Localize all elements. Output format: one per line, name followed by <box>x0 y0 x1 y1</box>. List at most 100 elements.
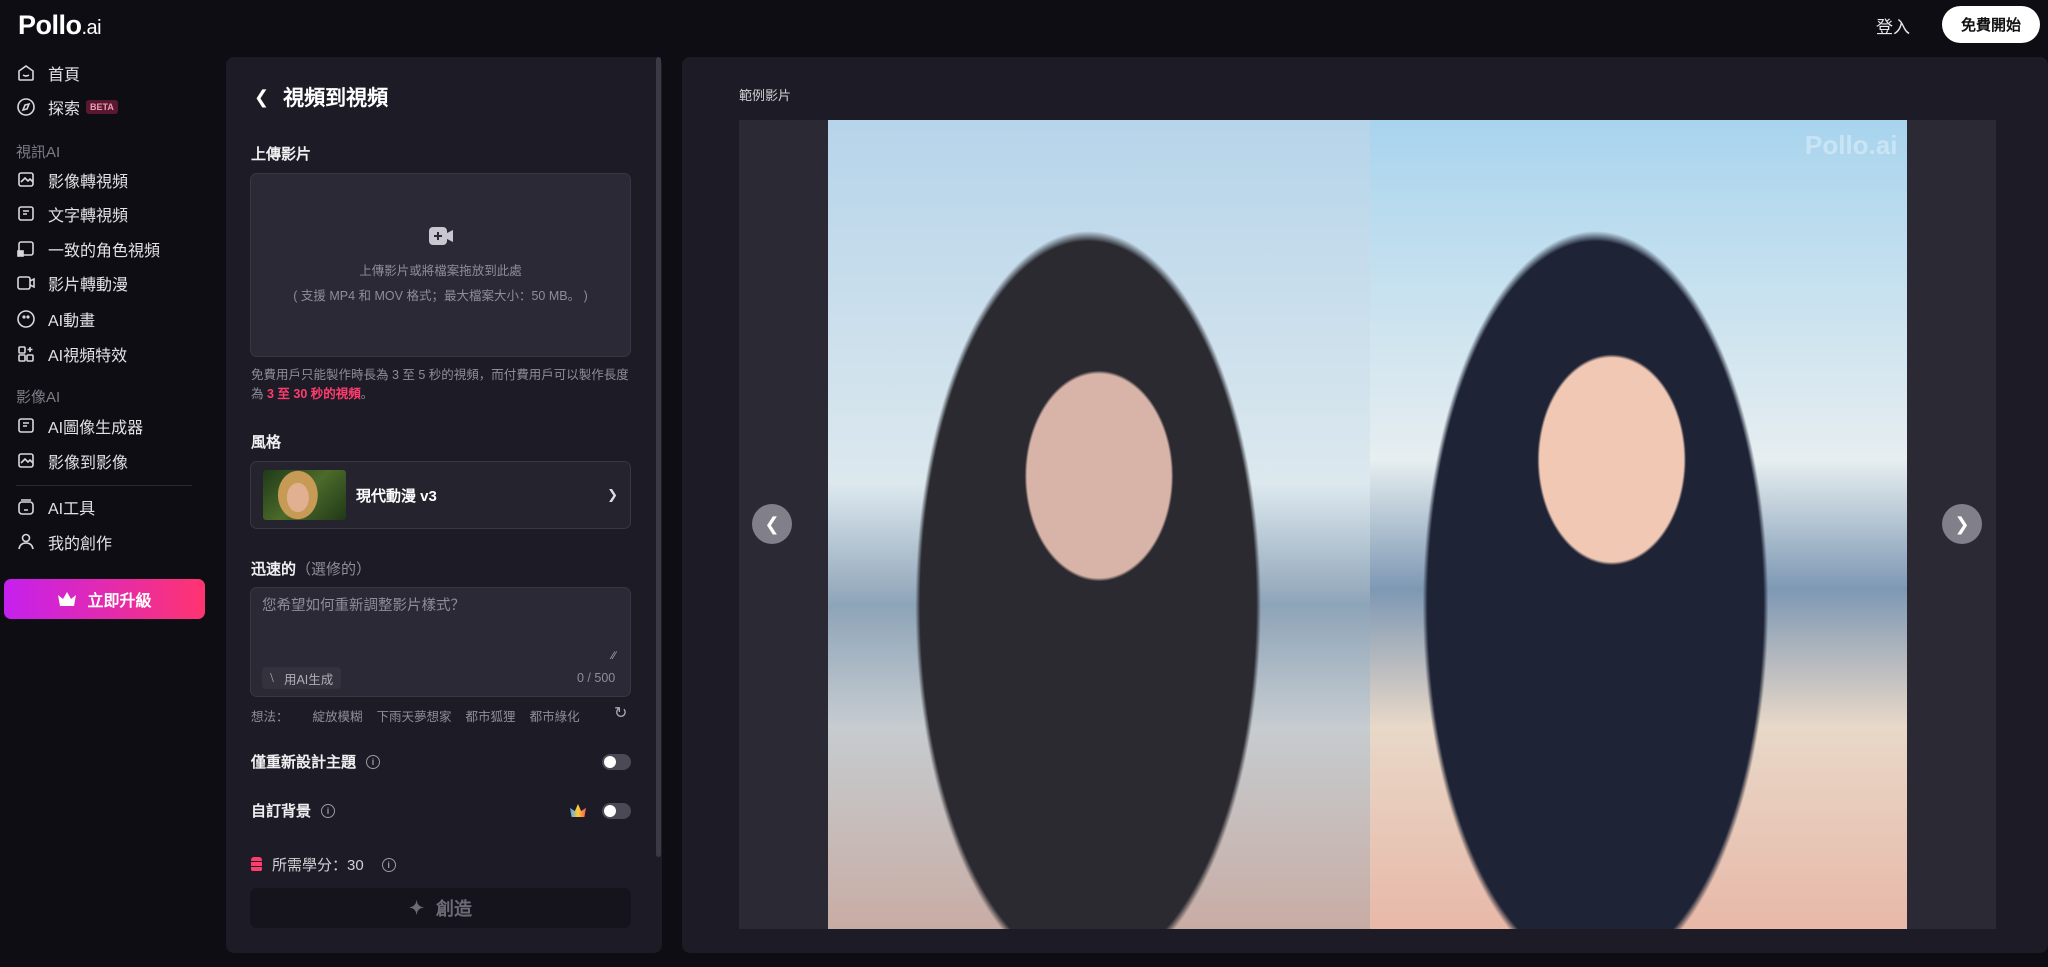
page-title: ❮ 視頻到視頻 <box>254 82 388 112</box>
style-name: 現代動漫 v3 <box>356 487 437 505</box>
note-highlight: 3 至 30 秒的視頻 <box>266 387 361 401</box>
coins-icon <box>251 857 262 872</box>
ai-generate-button[interactable]: ⧵ 用AI生成 <box>262 667 342 689</box>
beta-badge: BETA <box>86 100 118 114</box>
subject-only-label: 僅重新設計主題 <box>251 754 357 771</box>
subject-only-toggle[interactable] <box>602 753 631 770</box>
prompt-label: 迅速的（選修的） <box>251 558 371 579</box>
ai-generate-label: 用AI生成 <box>283 672 334 687</box>
back-chevron-icon[interactable]: ❮ <box>254 87 269 108</box>
sidebar-item-my-creations[interactable]: 我的創作 <box>16 527 112 557</box>
note-end: 。 <box>360 387 374 401</box>
sidebar-divider <box>16 485 192 486</box>
char-count: 0 / 500 <box>577 671 616 685</box>
top-header <box>0 0 2048 57</box>
image-generator-icon <box>18 418 34 433</box>
ideas-row: 想法： 綻放模糊 下雨天夢想家 都市狐狸 都市綠化 <box>251 706 580 725</box>
magic-wand-icon: ⧵ <box>270 670 274 685</box>
style-label: 風格 <box>251 434 282 451</box>
custom-bg-label: 自訂背景 <box>251 803 312 820</box>
custom-bg-row: 自訂背景 i <box>251 800 631 821</box>
sidebar-item-label: 文字轉視頻 <box>48 208 129 225</box>
sidebar-item-explore[interactable]: 探索 BETA <box>16 92 118 122</box>
upload-hint: ( 支援 MP4 和 MOV 格式；最大檔案大小：50 MB。 ) <box>293 289 588 303</box>
chevron-right-icon: ❯ <box>1954 513 1970 534</box>
idea-chip[interactable]: 都市狐狸 <box>466 706 516 725</box>
panel-scrollbar[interactable] <box>656 57 661 857</box>
create-label: 創造 <box>436 899 473 919</box>
sidebar-item-home[interactable]: 首頁 <box>16 58 80 88</box>
sidebar-item-video-to-anime[interactable]: 影片轉動漫 <box>16 268 128 298</box>
home-icon <box>18 65 34 81</box>
upload-text: 上傳影片或將檔案拖放到此處 <box>359 264 522 278</box>
info-icon[interactable]: i <box>366 754 381 769</box>
style-thumbnail <box>263 470 346 520</box>
sparkle-icon: ✦ <box>408 897 425 918</box>
compass-icon <box>17 98 35 116</box>
upload-label: 上傳影片 <box>251 146 312 163</box>
sample-video-label: 範例影片 <box>739 88 792 103</box>
sidebar-item-label: AI圖像生成器 <box>48 420 144 437</box>
image-to-image-icon <box>18 453 34 468</box>
idea-chip[interactable]: 綻放模糊 <box>313 706 363 725</box>
sidebar-item-image-to-video[interactable]: 影像轉視頻 <box>16 165 128 195</box>
prompt-placeholder: 您希望如何重新調整影片樣式？ <box>262 598 465 614</box>
sidebar-item-ai-animation[interactable]: AI動畫 <box>16 304 95 334</box>
refresh-icon[interactable]: ↻ <box>614 703 627 723</box>
sidebar-item-label: 探索 <box>48 101 81 118</box>
idea-chip[interactable]: 都市綠化 <box>530 706 580 725</box>
idea-chip[interactable]: 下雨天夢想家 <box>377 706 452 725</box>
sidebar-item-label: 影片轉動漫 <box>48 277 129 294</box>
original-video[interactable] <box>828 120 1370 929</box>
sidebar-item-label: 一致的角色視頻 <box>48 243 161 260</box>
prev-button[interactable]: ❮ <box>752 504 792 544</box>
sidebar-item-image-to-image[interactable]: 影像到影像 <box>16 446 128 476</box>
sidebar-item-label: AI視頻特效 <box>48 348 128 365</box>
chevron-left-icon: ❮ <box>764 513 780 534</box>
page-title-text: 視頻到視頻 <box>283 87 389 110</box>
anime-video[interactable] <box>1370 120 1907 929</box>
resize-handle-icon[interactable]: ∕∕ <box>612 650 616 662</box>
credits-row: 所需學分：30 i <box>251 854 631 875</box>
upload-dropzone[interactable]: 上傳影片或將檔案拖放到此處 ( 支援 MP4 和 MOV 格式；最大檔案大小：5… <box>250 173 631 357</box>
logo-suffix: .ai <box>81 17 102 39</box>
animation-icon <box>17 310 35 328</box>
sidebar-item-ai-image-generator[interactable]: AI圖像生成器 <box>16 411 143 441</box>
create-button[interactable]: ✦ 創造 <box>250 888 631 928</box>
sidebar-item-label: AI動畫 <box>48 313 96 330</box>
style-selector[interactable]: 現代動漫 v3 ❯ <box>250 461 631 529</box>
logo[interactable]: Pollo.ai <box>18 10 102 41</box>
video-anime-icon <box>17 276 35 290</box>
sidebar-item-consistent-character[interactable]: 一致的角色視頻 <box>16 234 160 264</box>
upgrade-button[interactable]: 立即升級 <box>4 579 205 619</box>
logo-text: Pollo <box>18 10 82 40</box>
text-video-icon <box>18 206 34 221</box>
sidebar-item-label: 影像轉視頻 <box>48 174 129 191</box>
info-icon[interactable]: i <box>381 857 396 872</box>
sidebar-item-label: 首頁 <box>48 67 81 84</box>
duration-note: 免費用戶只能製作時長為 3 至 5 秒的視頻，而付費用戶可以製作長度為 3 至 … <box>251 366 636 404</box>
sidebar-item-label: AI工具 <box>48 501 96 518</box>
image-video-icon <box>18 172 34 187</box>
info-icon[interactable]: i <box>321 803 336 818</box>
upgrade-label: 立即升級 <box>87 593 152 610</box>
crown-icon <box>58 592 77 606</box>
next-button[interactable]: ❯ <box>1942 504 1982 544</box>
sidebar-item-ai-tools[interactable]: AI工具 <box>16 492 95 522</box>
sidebar-item-text-to-video[interactable]: 文字轉視頻 <box>16 199 128 229</box>
prompt-label-text: 迅速的 <box>251 561 297 578</box>
free-start-button[interactable]: 免費開始 <box>1942 6 2040 43</box>
chevron-right-icon: ❯ <box>607 487 618 502</box>
sidebar-item-label: 我的創作 <box>48 536 113 553</box>
subject-only-row: 僅重新設計主題 i <box>251 751 631 772</box>
toolbox-icon <box>18 499 34 515</box>
premium-crown-icon <box>570 804 586 817</box>
custom-bg-toggle[interactable] <box>602 802 631 819</box>
section-label-image: 影像AI <box>16 389 61 406</box>
video-add-icon <box>428 227 453 245</box>
section-label-video: 視訊AI <box>16 144 61 161</box>
sidebar-item-ai-video-effects[interactable]: AI視頻特效 <box>16 339 127 369</box>
effects-icon <box>18 346 34 362</box>
login-link[interactable]: 登入 <box>1876 13 1910 38</box>
prompt-optional: （選修的） <box>296 561 372 578</box>
